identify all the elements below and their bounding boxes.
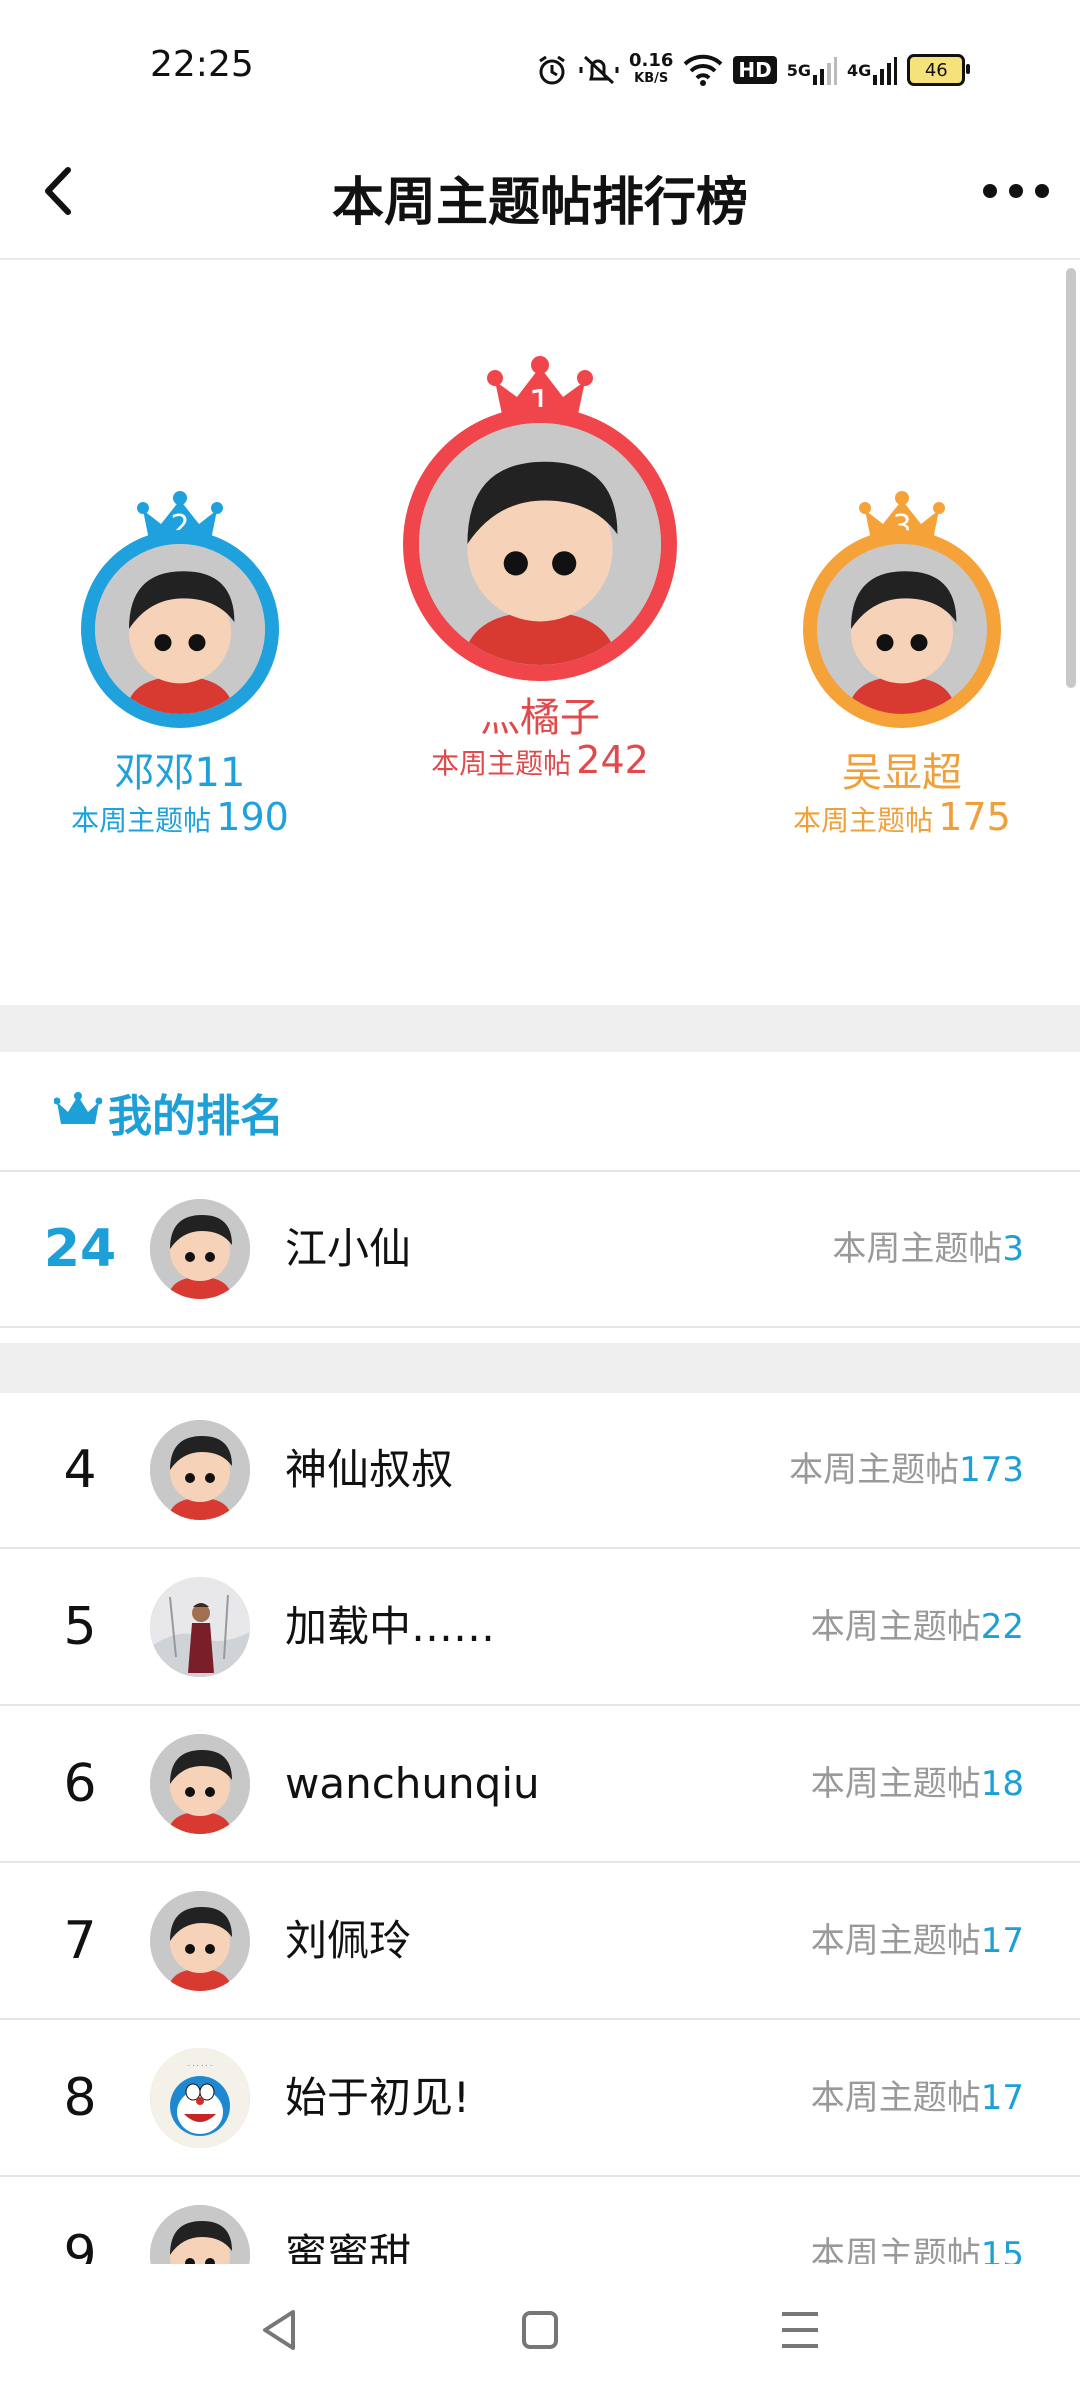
avatar-doraemon: . . . . . .	[150, 2048, 250, 2148]
score-value: 22	[980, 1607, 1024, 1647]
more-dots-icon	[983, 184, 1049, 198]
score-label: 本周主题帖	[810, 1764, 981, 1804]
rank-number: 24	[43, 1219, 117, 1279]
avatar	[150, 1199, 250, 1299]
menu-lines-icon	[782, 2312, 818, 2348]
scrollbar[interactable]	[1066, 268, 1076, 688]
podium-first[interactable]: 1 灬橘子 本周主题帖 242	[370, 355, 710, 782]
score-value: 190	[216, 795, 289, 839]
rank-number: 6	[63, 1754, 97, 1814]
user-name: 始于初见!	[285, 2073, 470, 2122]
user-name: 江小仙	[285, 1224, 412, 1273]
wifi-icon	[683, 54, 723, 86]
system-nav-bar	[0, 2264, 1080, 2400]
score-label: 本周主题帖	[810, 2078, 981, 2118]
score-value: 3	[1002, 1229, 1024, 1269]
rank-number: 8	[63, 2068, 97, 2128]
post-count: 本周主题帖18	[811, 1707, 1024, 1861]
score-value: 173	[959, 1450, 1024, 1490]
mute-icon	[579, 53, 619, 87]
user-name: 刘佩玲	[285, 1916, 412, 1965]
net-speed-unit: KB/S	[634, 71, 669, 86]
net-speed-value: 0.16	[629, 50, 674, 71]
avatar	[403, 407, 677, 681]
alarm-icon	[535, 53, 569, 87]
battery-icon: 46	[907, 54, 971, 86]
user-name: wanchunqiu	[285, 1759, 540, 1808]
user-name: 加载中……	[285, 1602, 496, 1651]
status-bar: 22:25 0.16 KB/S HD 5G 4G 46	[0, 0, 1080, 130]
score-label: 本周主题帖	[431, 747, 572, 780]
status-icons: 0.16 KB/S HD 5G 4G 46	[535, 44, 971, 96]
rank-number: 7	[63, 1911, 97, 1971]
page-title: 本周主题帖排行榜	[331, 173, 748, 233]
top-three-podium: 2 邓邓11 本周主题帖 190 1 灬橘子 本周主题帖 242 3 吴显超 本…	[0, 260, 1080, 1005]
winner-score: 本周主题帖 190	[20, 795, 340, 839]
avatar	[150, 1734, 250, 1834]
status-time: 22:25	[150, 44, 254, 85]
avatar	[150, 1420, 250, 1520]
avatar-photo	[150, 1577, 250, 1677]
signal-icon	[873, 57, 898, 85]
winner-name: 吴显超	[842, 750, 962, 796]
avatar	[81, 530, 279, 728]
section-divider	[0, 1343, 1080, 1393]
app-header: 本周主题帖排行榜	[0, 130, 1080, 260]
ranking-row[interactable]: 4 神仙叔叔 本周主题帖173	[0, 1393, 1080, 1549]
ranking-row[interactable]: 7 刘佩玲 本周主题帖17	[0, 1864, 1080, 2020]
podium-third[interactable]: 3 吴显超 本周主题帖 175	[742, 490, 1062, 850]
user-name: 神仙叔叔	[285, 1445, 454, 1494]
net-speed: 0.16 KB/S	[629, 52, 673, 88]
score-value: 175	[938, 795, 1011, 839]
post-count: 本周主题帖3	[832, 1172, 1024, 1326]
score-label: 本周主题帖	[71, 804, 212, 837]
score-label: 本周主题帖	[793, 804, 934, 837]
rank-number: 4	[63, 1440, 97, 1500]
score-label: 本周主题帖	[810, 1607, 981, 1647]
post-count: 本周主题帖17	[811, 2021, 1024, 2175]
nav-back-button[interactable]	[245, 2300, 315, 2360]
rank-number: 5	[63, 1597, 97, 1657]
ranking-row[interactable]: 6 wanchunqiu 本周主题帖18	[0, 1707, 1080, 1863]
score-value: 18	[980, 1764, 1024, 1804]
winner-score: 本周主题帖 175	[742, 795, 1062, 839]
my-rank-header: 我的排名	[0, 1052, 1080, 1172]
score-value: 17	[980, 1921, 1024, 1961]
score-label: 本周主题帖	[810, 1921, 981, 1961]
score-value: 242	[576, 738, 649, 782]
ranking-row[interactable]: 8 . . . . . . 始于初见! 本周主题帖17	[0, 2021, 1080, 2177]
section-divider	[0, 1005, 1080, 1052]
net2-label: 4G	[847, 60, 872, 80]
hd-badge: HD	[733, 56, 777, 84]
signal-icon	[813, 57, 838, 85]
signal-4g: 4G	[847, 55, 898, 85]
svg-text:. . . . . .: . . . . . .	[188, 2060, 212, 2068]
nav-home-button[interactable]	[505, 2300, 575, 2360]
crown-icon	[54, 1092, 102, 1124]
winner-score: 本周主题帖 242	[370, 738, 710, 782]
score-value: 17	[980, 2078, 1024, 2118]
triangle-back-icon	[263, 2310, 295, 2350]
more-button[interactable]	[976, 156, 1056, 226]
my-rank-title: 我的排名	[108, 1091, 284, 1142]
my-rank-row[interactable]: 24 江小仙 本周主题帖3	[0, 1172, 1080, 1328]
ranking-row[interactable]: 5 加载中…… 本周主题帖22	[0, 1550, 1080, 1706]
net1-label: 5G	[786, 60, 812, 80]
avatar	[803, 530, 1001, 728]
battery-level: 46	[924, 59, 948, 81]
nav-menu-button[interactable]	[765, 2300, 835, 2360]
signal-5g: 5G	[786, 55, 838, 85]
winner-name: 灬橘子	[480, 695, 600, 741]
square-home-icon	[522, 2311, 558, 2349]
score-label: 本周主题帖	[789, 1450, 960, 1490]
post-count: 本周主题帖17	[811, 1864, 1024, 2018]
post-count: 本周主题帖173	[789, 1393, 1024, 1547]
winner-name: 邓邓11	[114, 750, 246, 796]
post-count: 本周主题帖22	[811, 1550, 1024, 1704]
score-label: 本周主题帖	[832, 1229, 1003, 1269]
podium-second[interactable]: 2 邓邓11 本周主题帖 190	[20, 490, 340, 850]
avatar	[150, 1891, 250, 1991]
